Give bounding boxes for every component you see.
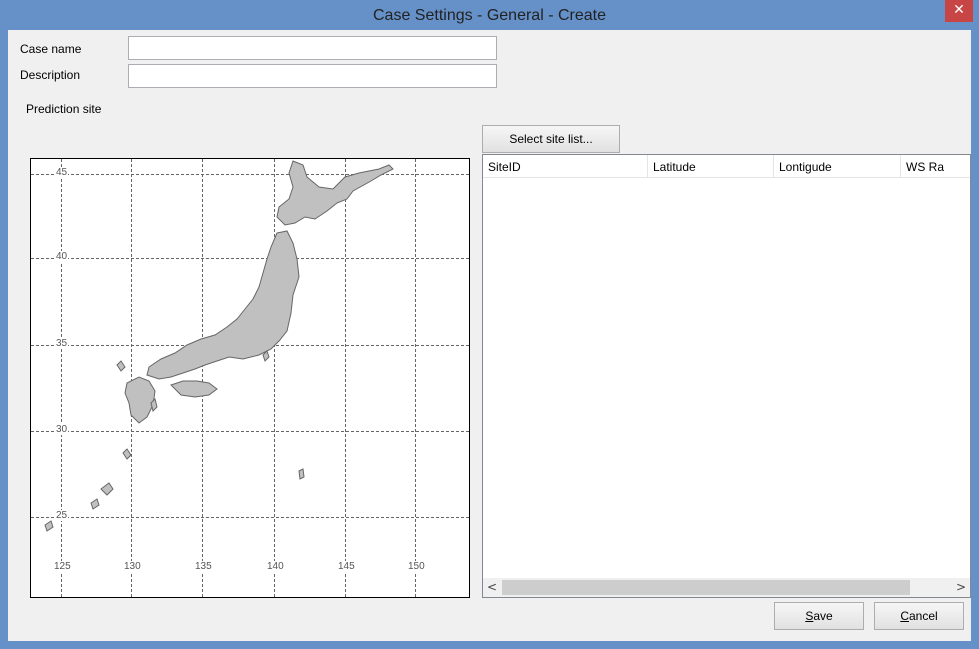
horizontal-scrollbar[interactable]: < >	[483, 578, 970, 597]
chevron-left-icon[interactable]: <	[483, 578, 501, 597]
prediction-site-map[interactable]: 45 40 35 30 25 125 130 135 140 145 150	[30, 158, 470, 598]
prediction-site-label: Prediction site	[26, 102, 102, 116]
window-title: Case Settings - General - Create	[373, 7, 606, 24]
column-header-siteid[interactable]: SiteID	[483, 155, 648, 177]
island-honshu	[146, 230, 300, 380]
island-small	[100, 482, 114, 496]
close-icon: ✕	[953, 2, 965, 18]
island-small	[90, 498, 100, 510]
island-hokkaido	[276, 160, 394, 226]
island-kyushu	[124, 376, 156, 424]
description-label: Description	[20, 68, 81, 82]
dialog-body: Case name Description Prediction site Se…	[8, 30, 971, 641]
chevron-right-icon[interactable]: >	[952, 578, 970, 597]
column-header-longitude[interactable]: Lontigude	[774, 155, 901, 177]
cancel-mnemonic: C	[900, 609, 909, 623]
site-list-header: SiteID Latitude Lontigude WS Ra	[483, 155, 970, 178]
island-small	[44, 520, 54, 532]
island-shikoku	[170, 380, 218, 398]
save-label-rest: ave	[813, 609, 833, 623]
save-button[interactable]: Save	[774, 602, 864, 630]
close-button[interactable]: ✕	[945, 0, 973, 22]
scrollbar-thumb[interactable]	[502, 580, 910, 595]
column-header-latitude[interactable]: Latitude	[648, 155, 774, 177]
island-small	[298, 468, 305, 480]
title-bar[interactable]: Case Settings - General - Create ✕	[0, 0, 979, 30]
cancel-label-rest: ancel	[908, 609, 938, 623]
island-small	[122, 448, 132, 460]
site-list-table[interactable]: SiteID Latitude Lontigude WS Ra < >	[482, 154, 971, 598]
island-small	[116, 360, 126, 372]
select-site-list-button[interactable]: Select site list...	[482, 125, 620, 153]
description-input[interactable]	[128, 64, 497, 88]
case-name-input[interactable]	[128, 36, 497, 60]
select-site-list-label: Select site list...	[509, 132, 593, 146]
dialog-window: Case Settings - General - Create ✕ Case …	[0, 0, 979, 649]
cancel-button[interactable]: Cancel	[874, 602, 964, 630]
japan-map-svg	[44, 160, 394, 532]
case-name-label: Case name	[20, 42, 82, 56]
column-header-ws-range[interactable]: WS Ra	[901, 155, 970, 177]
